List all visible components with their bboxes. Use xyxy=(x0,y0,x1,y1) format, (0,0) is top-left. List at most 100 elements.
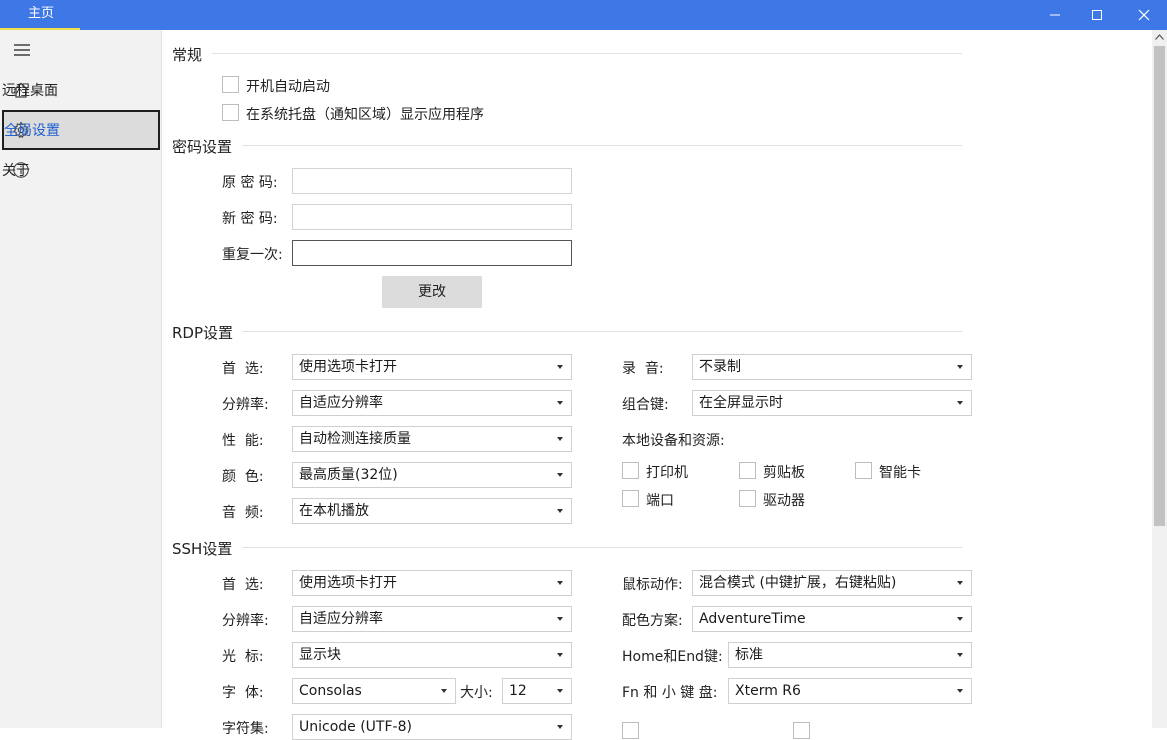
new-password-label: 新 密 码: xyxy=(222,211,278,227)
select-value: 最高质量(32位) xyxy=(299,467,398,483)
dropdown-caret-icon xyxy=(957,581,963,585)
sidebar-item-label: 全局设置 xyxy=(4,123,60,139)
change-password-button[interactable]: 更改 xyxy=(382,276,482,308)
minimize-button[interactable] xyxy=(1032,0,1078,30)
ssh-cursor-select[interactable]: 显示块 xyxy=(292,642,572,668)
rdp-performance-label: 性 能: xyxy=(222,433,264,449)
section-divider xyxy=(242,331,962,332)
ssh-charset-select[interactable]: Unicode (UTF-8) xyxy=(292,714,572,740)
drive-checkbox[interactable] xyxy=(739,490,756,507)
select-value: 自动检测连接质量 xyxy=(299,431,411,447)
tab-main[interactable]: 主页 xyxy=(0,0,80,30)
select-value: 显示块 xyxy=(299,647,341,663)
close-icon xyxy=(1138,9,1150,21)
rdp-preference-label: 首 选: xyxy=(222,361,264,377)
section-divider xyxy=(212,53,962,54)
select-value: 使用选项卡打开 xyxy=(299,359,397,375)
section-divider xyxy=(242,547,962,548)
ssh-preference-select[interactable]: 使用选项卡打开 xyxy=(292,570,572,596)
rdp-combo-select[interactable]: 在全屏显示时 xyxy=(692,390,972,416)
rdp-preference-select[interactable]: 使用选项卡打开 xyxy=(292,354,572,380)
sidebar-item-about[interactable]: 关于 xyxy=(2,151,160,189)
sidebar: 远程桌面 全局设置 关于 xyxy=(0,30,162,728)
rdp-record-select[interactable]: 不录制 xyxy=(692,354,972,380)
ssh-option-checkbox[interactable] xyxy=(793,722,810,739)
sidebar-item-remote-desktop[interactable]: 远程桌面 xyxy=(2,71,160,109)
printer-checkbox[interactable] xyxy=(622,462,639,479)
dropdown-caret-icon xyxy=(557,725,563,729)
section-title-general: 常规 xyxy=(172,46,203,64)
tray-checkbox[interactable] xyxy=(222,104,239,121)
dropdown-caret-icon xyxy=(441,689,447,693)
section-title-ssh: SSH设置 xyxy=(172,540,233,558)
tray-label: 在系统托盘（通知区域）显示应用程序 xyxy=(246,107,484,123)
port-checkbox[interactable] xyxy=(622,490,639,507)
vertical-scrollbar[interactable] xyxy=(1152,30,1167,728)
ssh-size-select[interactable]: 12 xyxy=(502,678,572,704)
title-bar: 主页 xyxy=(0,0,1167,30)
rdp-audio-label: 音 频: xyxy=(222,505,264,521)
sidebar-item-global-settings[interactable]: 全局设置 xyxy=(2,110,160,150)
ssh-fnkeypad-label: Fn 和 小 键 盘: xyxy=(622,685,718,701)
dropdown-caret-icon xyxy=(557,509,563,513)
repeat-password-input[interactable] xyxy=(292,240,572,266)
ssh-resolution-label: 分辨率: xyxy=(222,613,269,629)
dropdown-caret-icon xyxy=(957,653,963,657)
scrollbar-thumb[interactable] xyxy=(1154,46,1165,526)
rdp-audio-select[interactable]: 在本机播放 xyxy=(292,498,572,524)
ssh-homeend-label: Home和End键: xyxy=(622,649,723,665)
ssh-mouse-label: 鼠标动作: xyxy=(622,577,683,593)
sidebar-item-label: 关于 xyxy=(2,163,30,179)
rdp-local-resources-label: 本地设备和资源: xyxy=(622,433,725,449)
smartcard-checkbox[interactable] xyxy=(855,462,872,479)
dropdown-caret-icon xyxy=(557,437,563,441)
ssh-font-label: 字 体: xyxy=(222,685,264,701)
clipboard-checkbox[interactable] xyxy=(739,462,756,479)
select-value: Xterm R6 xyxy=(735,683,801,699)
printer-label: 打印机 xyxy=(646,465,688,481)
rdp-combo-label: 组合键: xyxy=(622,397,669,413)
select-value: 12 xyxy=(509,683,527,699)
dropdown-caret-icon xyxy=(557,365,563,369)
dropdown-caret-icon xyxy=(557,473,563,477)
clipboard-label: 剪贴板 xyxy=(763,465,805,481)
select-value: 自适应分辨率 xyxy=(299,395,383,411)
ssh-font-select[interactable]: Consolas xyxy=(292,678,456,704)
dropdown-caret-icon xyxy=(957,365,963,369)
scroll-up-arrow-icon[interactable] xyxy=(1155,34,1164,40)
repeat-password-label: 重复一次: xyxy=(222,247,283,263)
rdp-resolution-select[interactable]: 自适应分辨率 xyxy=(292,390,572,416)
ssh-resolution-select[interactable]: 自适应分辨率 xyxy=(292,606,572,632)
dropdown-caret-icon xyxy=(557,653,563,657)
ssh-scheme-select[interactable]: AdventureTime xyxy=(692,606,972,632)
maximize-button[interactable] xyxy=(1074,0,1120,30)
dropdown-caret-icon xyxy=(957,401,963,405)
hamburger-menu-icon[interactable] xyxy=(14,44,30,56)
ssh-charset-label: 字符集: xyxy=(222,721,269,737)
old-password-input[interactable] xyxy=(292,168,572,194)
select-value: 混合模式 (中键扩展，右键粘贴) xyxy=(699,575,897,591)
minimize-icon xyxy=(1050,14,1060,16)
ssh-homeend-select[interactable]: 标准 xyxy=(728,642,972,668)
close-button[interactable] xyxy=(1121,0,1167,30)
sidebar-item-label: 远程桌面 xyxy=(2,83,58,99)
ssh-size-label: 大小: xyxy=(460,685,493,701)
ssh-option-checkbox[interactable] xyxy=(622,722,639,739)
select-value: Unicode (UTF-8) xyxy=(299,719,412,735)
rdp-color-select[interactable]: 最高质量(32位) xyxy=(292,462,572,488)
select-value: 自适应分辨率 xyxy=(299,611,383,627)
ssh-scheme-label: 配色方案: xyxy=(622,613,683,629)
select-value: Consolas xyxy=(299,683,362,699)
rdp-performance-select[interactable]: 自动检测连接质量 xyxy=(292,426,572,452)
old-password-label: 原 密 码: xyxy=(222,175,278,191)
port-label: 端口 xyxy=(646,493,674,509)
ssh-fnkeypad-select[interactable]: Xterm R6 xyxy=(728,678,972,704)
ssh-preference-label: 首 选: xyxy=(222,577,264,593)
select-value: 标准 xyxy=(735,647,763,663)
ssh-mouse-select[interactable]: 混合模式 (中键扩展，右键粘贴) xyxy=(692,570,972,596)
select-value: AdventureTime xyxy=(699,611,806,627)
autostart-checkbox[interactable] xyxy=(222,76,239,93)
rdp-color-label: 颜 色: xyxy=(222,469,264,485)
new-password-input[interactable] xyxy=(292,204,572,230)
rdp-record-label: 录 音: xyxy=(622,361,664,377)
